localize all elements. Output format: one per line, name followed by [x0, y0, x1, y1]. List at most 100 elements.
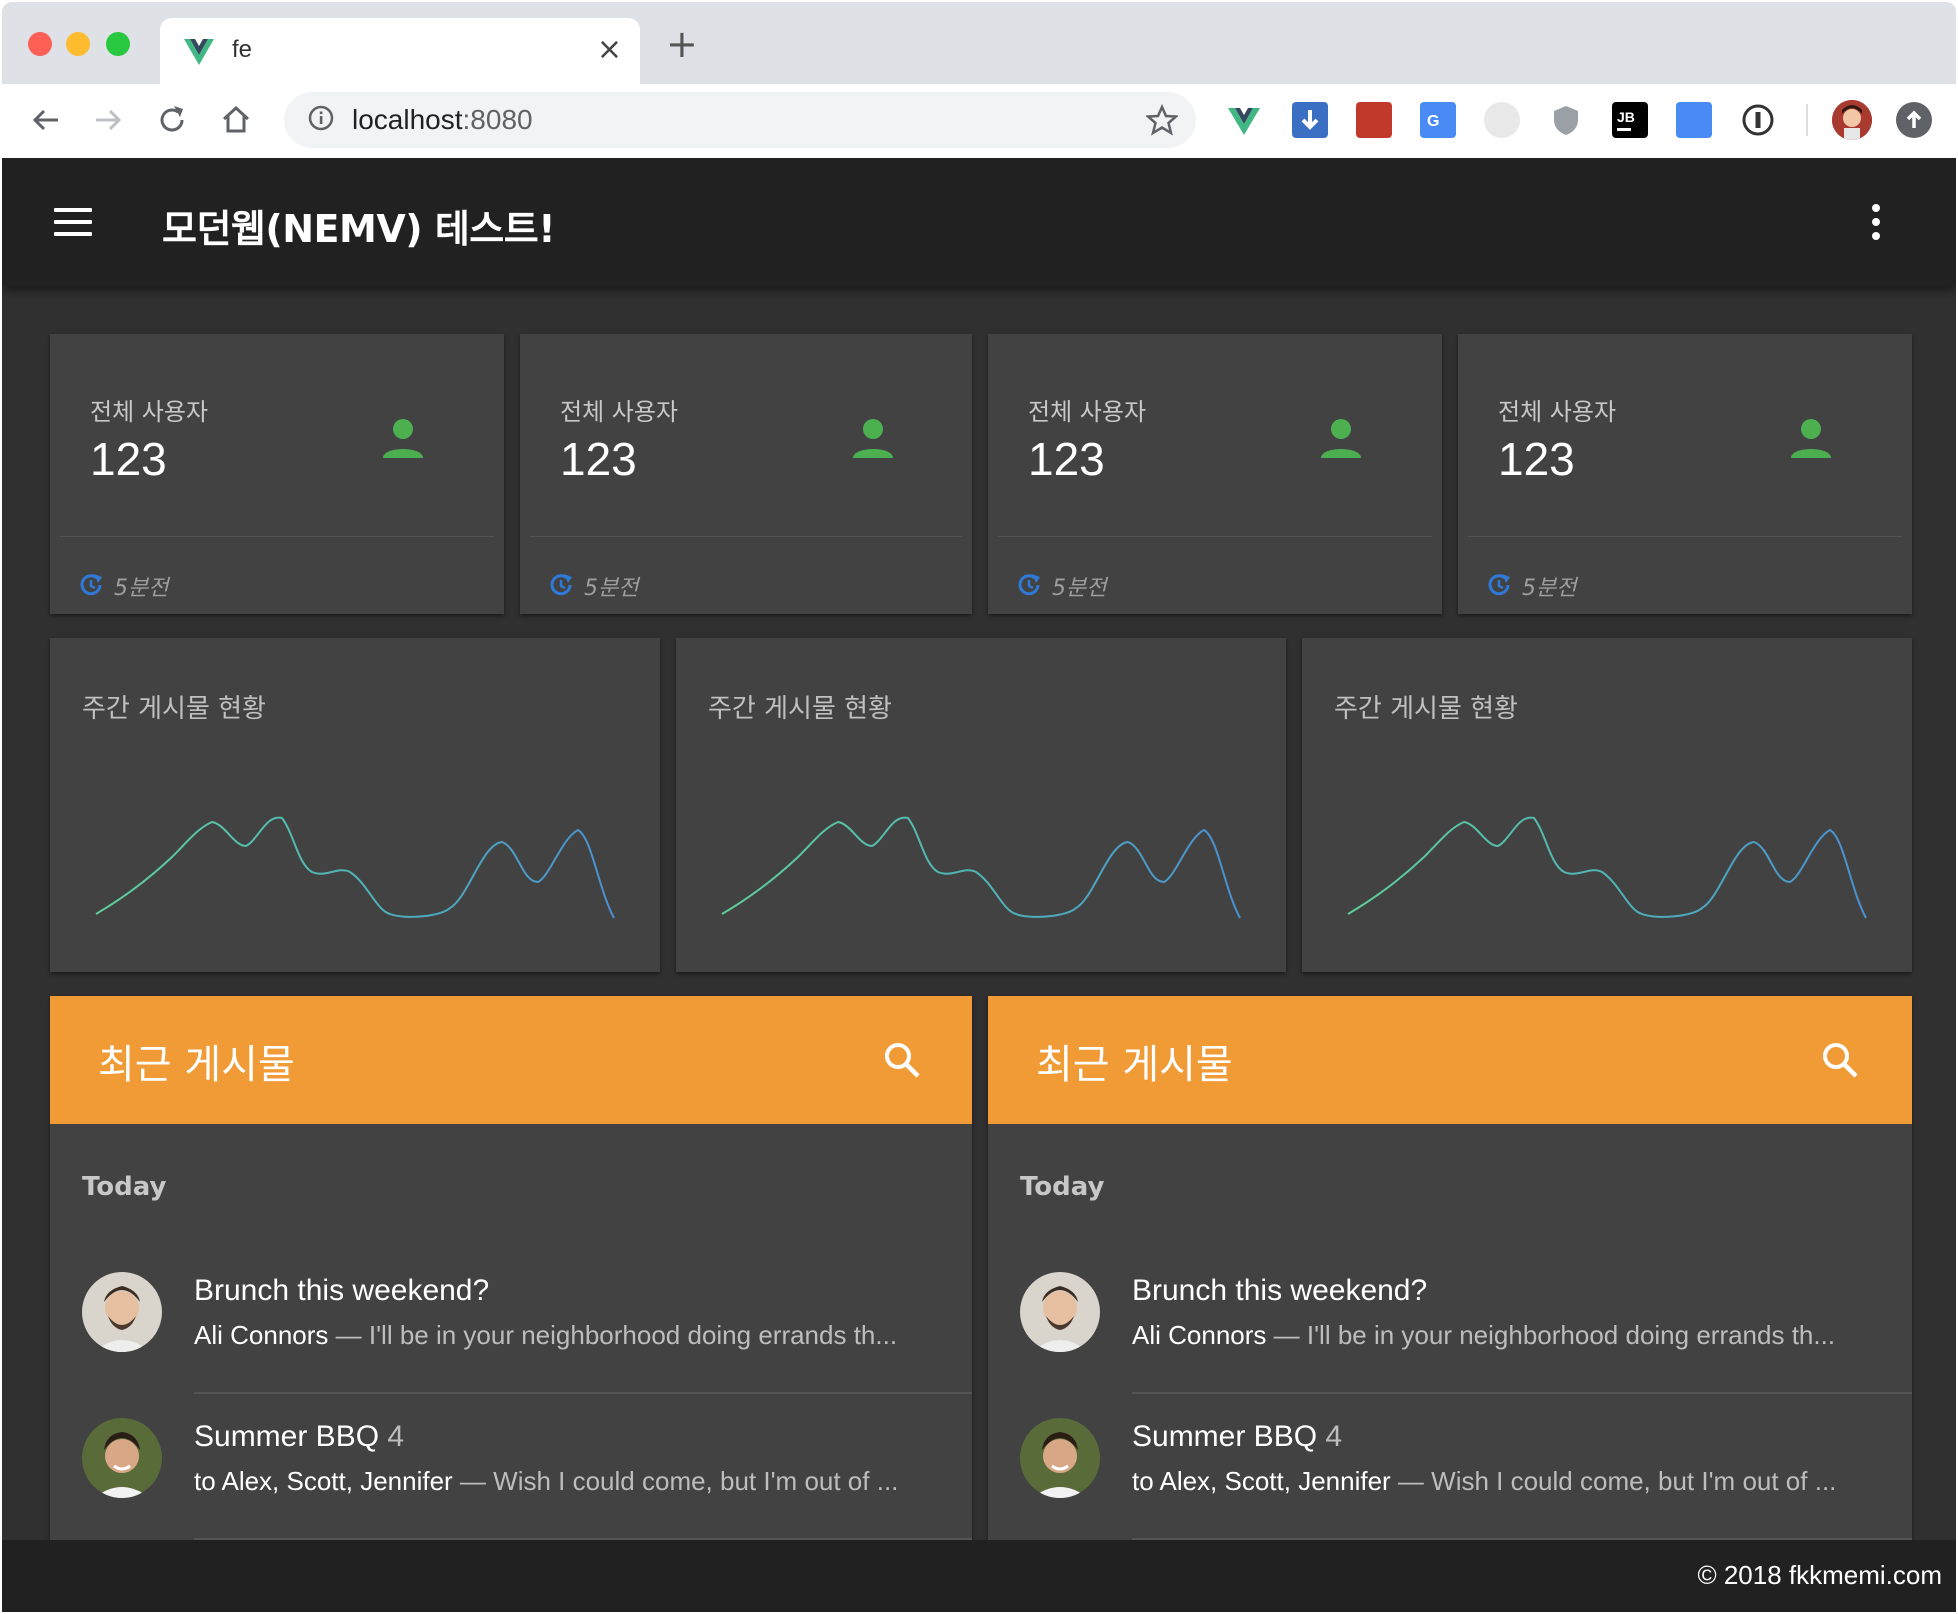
stat-value: 123 — [90, 433, 167, 485]
search-icon[interactable] — [882, 1040, 922, 1080]
home-icon[interactable] — [216, 100, 256, 140]
app-footer: © 2018 fkkmemi.com — [2, 1540, 1956, 1612]
post-author: Ali Connors — [1132, 1320, 1267, 1350]
list-divider — [194, 1392, 972, 1394]
sparkline — [721, 816, 1241, 919]
bracket-extension-icon[interactable] — [1676, 102, 1712, 138]
jetbrains-extension-icon[interactable]: JB — [1612, 102, 1648, 138]
address-bar[interactable]: localhost:8080 — [284, 92, 1196, 148]
recent-posts-title: 최근 게시물 — [98, 1042, 295, 1088]
browser-tab[interactable]: fe × — [160, 18, 640, 86]
back-arrow-icon[interactable] — [26, 100, 66, 140]
site-info-icon[interactable] — [308, 105, 334, 131]
weekly-chart-card: 주간 게시물 현황 — [50, 638, 660, 972]
post-title-text: Brunch this weekend? — [1132, 1274, 1428, 1307]
stat-time: 5분전 — [584, 576, 639, 601]
card-divider — [998, 536, 1432, 537]
new-tab-button[interactable]: + — [666, 24, 698, 64]
stat-time: 5분전 — [1522, 576, 1577, 601]
upload-extension-icon[interactable] — [1896, 102, 1932, 138]
post-author: Ali Connors — [194, 1320, 329, 1350]
post-author: to Alex, Scott, Jennifer — [1132, 1466, 1391, 1496]
card-divider — [530, 536, 962, 537]
forward-arrow-icon[interactable] — [88, 100, 128, 140]
password-manager-extension-icon[interactable] — [1740, 102, 1776, 138]
recent-posts-header: 최근 게시물 — [988, 996, 1912, 1124]
post-preview-text: — Wish I could come, but I'm out of ... — [1390, 1466, 1837, 1496]
url-host: localhost — [352, 104, 463, 135]
recent-posts-header: 최근 게시물 — [50, 996, 972, 1124]
post-title-text: Brunch this weekend? — [194, 1274, 490, 1307]
vue-devtools-extension-icon[interactable] — [1226, 102, 1262, 138]
translate-extension-icon[interactable]: G — [1420, 102, 1456, 138]
footer-copyright: © 2018 fkkmemi.com — [1697, 1560, 1942, 1590]
tab-strip: fe × + — [2, 2, 1956, 86]
person-icon — [1791, 419, 1831, 458]
post-title: Brunch this weekend? — [194, 1274, 489, 1308]
weekly-chart-card: 주간 게시물 현황 — [676, 638, 1286, 972]
shield-extension-icon[interactable] — [1548, 102, 1584, 138]
post-preview-text: — Wish I could come, but I'm out of ... — [452, 1466, 899, 1496]
pdf-extension-icon[interactable] — [1356, 102, 1392, 138]
avatar — [82, 1418, 162, 1498]
avatar — [1020, 1418, 1100, 1498]
avatar — [1020, 1272, 1100, 1352]
close-window-button[interactable] — [28, 32, 52, 56]
stat-time: 5분전 — [114, 576, 169, 601]
person-icon — [1321, 419, 1361, 458]
hamburger-menu-icon[interactable] — [54, 208, 92, 236]
post-title-text: Summer BBQ — [194, 1420, 380, 1453]
sparkline — [95, 816, 615, 919]
app-title: 모던웹(NEMV) 테스트! — [162, 207, 556, 251]
stat-value: 123 — [1498, 433, 1575, 485]
stat-card: 전체 사용자 123 5분전 — [50, 334, 504, 614]
post-preview: to Alex, Scott, Jennifer — Wish I could … — [1132, 1466, 1892, 1497]
post-preview-text: — I'll be in your neighborhood doing err… — [1266, 1320, 1836, 1350]
stat-label: 전체 사용자 — [560, 398, 679, 426]
post-preview: to Alex, Scott, Jennifer — Wish I could … — [194, 1466, 954, 1497]
post-title-text: Summer BBQ — [1132, 1420, 1318, 1453]
update-clock-icon — [1018, 574, 1040, 596]
search-icon[interactable] — [1820, 1040, 1860, 1080]
post-title: Brunch this weekend? — [1132, 1274, 1427, 1308]
toolbar-separator — [1806, 104, 1808, 136]
post-count: 4 — [387, 1420, 405, 1453]
update-clock-icon — [550, 574, 572, 596]
reload-icon[interactable] — [152, 100, 192, 140]
vue-logo-icon — [184, 39, 214, 65]
person-icon — [383, 419, 423, 458]
update-clock-icon — [80, 574, 102, 596]
post-preview: Ali Connors — I'll be in your neighborho… — [1132, 1320, 1892, 1351]
list-item[interactable]: Brunch this weekend? Ali Connors — I'll … — [988, 1254, 1912, 1394]
svg-text:JB: JB — [1617, 109, 1635, 125]
minimize-window-button[interactable] — [66, 32, 90, 56]
post-preview-text: — I'll be in your neighborhood doing err… — [328, 1320, 898, 1350]
post-title: Summer BBQ 4 — [1132, 1420, 1342, 1454]
more-vert-icon[interactable] — [1872, 204, 1882, 240]
bookmark-star-icon[interactable] — [1146, 104, 1178, 136]
list-item[interactable]: Brunch this weekend? Ali Connors — I'll … — [50, 1254, 972, 1394]
browser-toolbar: localhost:8080 G JB — [2, 84, 1956, 158]
maximize-window-button[interactable] — [106, 32, 130, 56]
stat-value: 123 — [1028, 433, 1105, 485]
recent-posts-title: 최근 게시물 — [1036, 1042, 1233, 1088]
profile-avatar[interactable] — [1832, 100, 1872, 140]
url-text: localhost:8080 — [352, 104, 533, 136]
post-author: to Alex, Scott, Jennifer — [194, 1466, 453, 1496]
card-divider — [60, 536, 494, 537]
stat-card: 전체 사용자 123 5분전 — [520, 334, 972, 614]
list-item[interactable]: Summer BBQ 4 to Alex, Scott, Jennifer — … — [50, 1400, 972, 1540]
recent-posts-card: 최근 게시물 Today Brunch this weekend? Ali Co… — [50, 996, 972, 1556]
post-count: 4 — [1325, 1420, 1343, 1453]
sparkline — [1347, 816, 1867, 919]
tab-title: fe — [232, 36, 253, 63]
stat-label: 전체 사용자 — [1498, 398, 1617, 426]
stat-card: 전체 사용자 123 5분전 — [988, 334, 1442, 614]
stat-label: 전체 사용자 — [90, 398, 209, 426]
download-extension-icon[interactable] — [1292, 102, 1328, 138]
circle-extension-icon[interactable] — [1484, 102, 1520, 138]
list-item[interactable]: Summer BBQ 4 to Alex, Scott, Jennifer — … — [988, 1400, 1912, 1540]
tab-close-icon[interactable]: × — [597, 32, 622, 68]
update-clock-icon — [1488, 574, 1510, 596]
weekly-chart-card: 주간 게시물 현황 — [1302, 638, 1912, 972]
